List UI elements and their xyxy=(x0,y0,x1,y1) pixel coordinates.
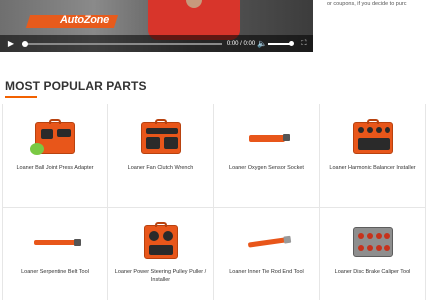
play-icon[interactable]: ▶ xyxy=(0,35,22,52)
product-image[interactable] xyxy=(214,220,319,264)
product-name[interactable]: Loaner Serpentine Belt Tool xyxy=(7,268,103,276)
product-name[interactable]: Loaner Harmonic Balancer Installer xyxy=(324,164,421,172)
product-card[interactable]: Loaner Inner Tie Rod End Tool xyxy=(214,208,320,300)
product-name[interactable]: Loaner Fan Clutch Wrench xyxy=(112,164,209,172)
video-player[interactable]: AutoZone ▶ 0:00 / 0:00 🔈 ⛶ xyxy=(0,0,313,52)
product-image[interactable] xyxy=(108,220,213,264)
product-image[interactable] xyxy=(214,116,319,160)
product-image[interactable] xyxy=(3,220,107,264)
product-image[interactable] xyxy=(320,116,425,160)
product-card[interactable]: Loaner Serpentine Belt Tool xyxy=(2,208,108,300)
product-name[interactable]: Loaner Oxygen Sensor Socket xyxy=(218,164,315,172)
product-name[interactable]: Loaner Inner Tie Rod End Tool xyxy=(218,268,315,276)
fullscreen-icon[interactable]: ⛶ xyxy=(298,35,310,52)
product-card[interactable]: Loaner Ball Joint Press Adapter xyxy=(2,104,108,208)
progress-knob[interactable] xyxy=(22,40,28,47)
volume-icon[interactable]: 🔈 xyxy=(256,35,268,52)
product-card[interactable]: Loaner Oxygen Sensor Socket xyxy=(214,104,320,208)
video-controls: ▶ 0:00 / 0:00 🔈 ⛶ xyxy=(0,35,313,52)
section-title-underline xyxy=(5,96,37,98)
video-time: 0:00 / 0:00 xyxy=(226,40,256,47)
autozone-logo: AutoZone xyxy=(60,14,109,26)
product-name[interactable]: Loaner Disc Brake Caliper Tool xyxy=(324,268,421,276)
product-card[interactable]: Loaner Harmonic Balancer Installer xyxy=(320,104,426,208)
product-card[interactable]: Loaner Power Steering Pulley Puller / In… xyxy=(108,208,214,300)
volume-slider[interactable] xyxy=(268,40,294,46)
side-paragraph: or coupons, if you decide to purc xyxy=(327,1,407,7)
product-card[interactable]: Loaner Fan Clutch Wrench xyxy=(108,104,214,208)
product-image[interactable] xyxy=(320,220,425,264)
product-image[interactable] xyxy=(3,116,107,160)
product-card[interactable]: Loaner Disc Brake Caliper Tool xyxy=(320,208,426,300)
product-image[interactable] xyxy=(108,116,213,160)
video-presenter xyxy=(148,0,240,40)
product-name[interactable]: Loaner Power Steering Pulley Puller / In… xyxy=(112,268,209,284)
product-grid: Loaner Ball Joint Press Adapter Loaner F… xyxy=(2,104,427,300)
video-progress-bar[interactable] xyxy=(22,40,222,47)
product-name[interactable]: Loaner Ball Joint Press Adapter xyxy=(7,164,103,172)
page: AutoZone ▶ 0:00 / 0:00 🔈 ⛶ or coupons, i… xyxy=(0,0,427,300)
section-title: MOST POPULAR PARTS xyxy=(5,79,147,93)
